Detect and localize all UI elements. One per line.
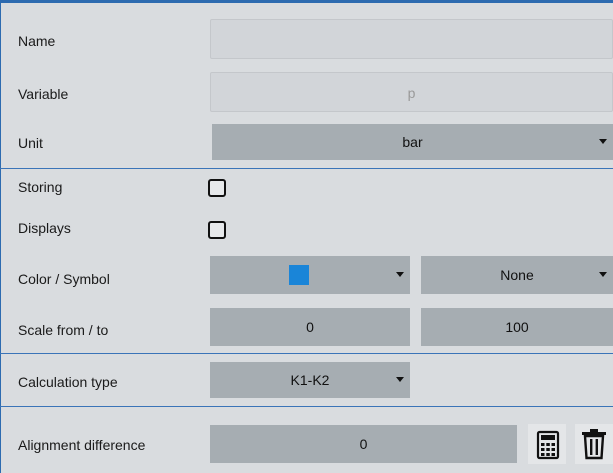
scale-to-value: 100 <box>505 319 529 335</box>
chevron-down-icon <box>599 139 607 144</box>
alignment-difference-input[interactable]: 0 <box>210 425 517 463</box>
unit-label: Unit <box>18 135 43 151</box>
trash-icon <box>582 429 606 460</box>
section-divider <box>0 406 613 407</box>
displays-label: Displays <box>18 220 71 236</box>
symbol-value: None <box>500 267 534 283</box>
color-symbol-label: Color / Symbol <box>18 271 110 287</box>
variable-input[interactable]: p <box>210 72 613 112</box>
scale-to-input[interactable]: 100 <box>421 308 613 346</box>
name-input[interactable] <box>210 19 613 59</box>
scale-from-value: 0 <box>306 319 314 335</box>
section-divider <box>0 353 613 354</box>
chevron-down-icon <box>599 272 607 277</box>
alignment-difference-value: 0 <box>359 436 368 452</box>
chevron-down-icon <box>396 377 404 382</box>
calculation-type-label: Calculation type <box>18 374 118 390</box>
color-swatch <box>289 265 309 285</box>
panel-left-border <box>0 0 1 473</box>
alignment-difference-label: Alignment difference <box>18 437 146 453</box>
calculator-button[interactable] <box>528 424 566 464</box>
section-divider <box>0 168 613 169</box>
unit-value: bar <box>402 134 423 150</box>
scale-label: Scale from / to <box>18 322 109 338</box>
color-dropdown[interactable] <box>210 256 410 294</box>
variable-label: Variable <box>18 86 69 102</box>
displays-checkbox[interactable] <box>208 221 226 239</box>
storing-checkbox[interactable] <box>208 179 226 197</box>
storing-label: Storing <box>18 179 63 195</box>
symbol-dropdown[interactable]: None <box>421 256 613 294</box>
panel-top-border <box>0 0 613 3</box>
calculation-type-value: K1-K2 <box>290 372 330 388</box>
name-label: Name <box>18 33 56 49</box>
calculation-type-dropdown[interactable]: K1-K2 <box>210 362 410 398</box>
scale-from-input[interactable]: 0 <box>210 308 410 346</box>
unit-dropdown[interactable]: bar <box>212 124 613 160</box>
delete-button[interactable] <box>575 424 613 464</box>
calculator-icon <box>536 430 560 460</box>
variable-placeholder: p <box>407 85 416 101</box>
chevron-down-icon <box>396 272 404 277</box>
